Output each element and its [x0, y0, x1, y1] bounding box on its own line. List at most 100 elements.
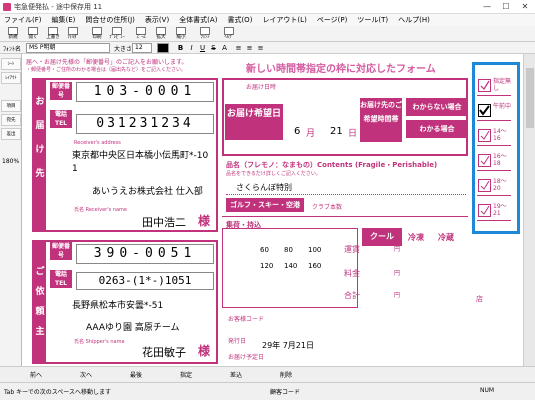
navigation-bar: 前へ 次へ 最後 指定 差込 削除 [0, 366, 535, 382]
delivery-day[interactable]: 21 [330, 126, 343, 137]
timeslot-14-16[interactable]: 14〜16 [477, 126, 511, 146]
menu-address[interactable]: 問合せの住所(J) [85, 14, 135, 26]
timeslot-morning-checkbox[interactable] [478, 104, 491, 117]
delivery-month[interactable]: 6 [294, 126, 300, 137]
customer-code-label: お客様コード [228, 316, 265, 323]
save-button[interactable]: 上書き [44, 27, 62, 41]
timeslot-19-21-checkbox[interactable] [478, 204, 491, 217]
zoom-in-button[interactable]: 拡大 [152, 27, 170, 41]
recipient-postal-tag: 郵便番号 [50, 82, 72, 100]
open-folder-icon [28, 27, 38, 35]
check-icon [479, 105, 490, 116]
recipient-postal-field[interactable]: 103-0001 [76, 82, 214, 102]
menu-file[interactable]: ファイル(F) [4, 14, 42, 26]
font-name-label: ﾌｫﾝﾄ名 [3, 46, 22, 53]
notice-line-1: 届へ・お届け先様の「郵便番号」のご記入をお願いします。 [26, 59, 188, 66]
help-icon [224, 27, 234, 35]
bold-button[interactable]: B [176, 43, 185, 53]
merge-button[interactable]: 差込 [230, 370, 242, 379]
font-size-select[interactable]: 12 [132, 43, 152, 53]
help-button[interactable]: ﾍﾙﾌﾟ [220, 27, 238, 41]
maximize-button[interactable]: ☐ [497, 0, 515, 14]
strike-button[interactable]: S [209, 43, 218, 53]
sheet-tab[interactable]: ｼｰﾄ [1, 58, 21, 70]
timeslot-14-16-checkbox[interactable] [478, 129, 491, 142]
recipient-name-field[interactable]: 田中浩二 [142, 214, 186, 230]
print-button[interactable]: 印刷 [88, 27, 106, 41]
title-bar: 宅急便発払 - 途中保存用 11 — ☐ ✕ [0, 0, 535, 14]
yen-3: 円 [394, 292, 401, 299]
sender-tel-field[interactable]: 0263-(1*-)1051 [76, 272, 214, 290]
align-center-icon[interactable]: ≡ [245, 43, 254, 53]
folder-button[interactable]: ﾌｫﾙﾀﾞ [64, 27, 82, 41]
next-button[interactable]: 次へ [80, 370, 92, 379]
timeslot-18-20-checkbox[interactable] [478, 179, 491, 192]
last-button[interactable]: 最後 [130, 370, 142, 379]
recipient-address-line2[interactable]: 1 [72, 164, 78, 174]
window-title: 宅急便発払 - 途中保存用 11 [14, 3, 103, 11]
sender-company[interactable]: AAAゆり園 高原チーム [86, 320, 180, 333]
menu-page[interactable]: ページ(P) [317, 14, 348, 26]
delete-button[interactable]: 削除 [280, 370, 292, 379]
menu-layout[interactable]: レイアウト(L) [262, 14, 306, 26]
zoom-out-button[interactable]: 縮小 [172, 27, 190, 41]
open-button[interactable]: 開く [24, 27, 42, 41]
close-button[interactable]: ✕ [516, 0, 534, 14]
zoom-button[interactable]: ｽﾞｰﾑ [132, 27, 150, 41]
menu-edit[interactable]: 編集(E) [52, 14, 76, 26]
vertical-scrollbar[interactable] [523, 54, 535, 366]
align-left-icon[interactable]: ≡ [234, 43, 243, 53]
align-right-icon[interactable]: ≡ [256, 43, 265, 53]
timeslot-16-18-checkbox[interactable] [478, 154, 491, 167]
specify-button[interactable]: 指定 [180, 370, 192, 379]
prev-button[interactable]: 前へ [30, 370, 42, 379]
timeslot-none-checkbox[interactable] [478, 79, 491, 92]
minimize-button[interactable]: — [478, 0, 496, 14]
color-swatch[interactable] [157, 43, 169, 53]
recipient-button[interactable]: 宛先 [1, 114, 21, 126]
recipient-tel-field[interactable]: 031231234 [76, 114, 214, 134]
font-button[interactable]: ﾌｫﾝﾄ [196, 27, 214, 41]
timeslot-18-20[interactable]: 18〜20 [477, 176, 511, 196]
format-bar: ﾌｫﾝﾄ名 MS P明朝 大きさ 12 B I U S A ≡ ≡ ≡ [0, 42, 535, 54]
menu-view[interactable]: 表示(V) [145, 14, 169, 26]
underline-button[interactable]: U [198, 43, 207, 53]
preview-button[interactable]: ﾌﾟﾚﾋﾞｭｰ [108, 27, 126, 41]
ship-date-value[interactable]: 29年 7月21日 [262, 340, 314, 351]
sender-name-field[interactable]: 花田敏子 [142, 344, 186, 360]
shadow-button[interactable]: A [220, 43, 229, 53]
notice-line-2: ・郵便番号・ご住所のわかる場合は（届出先など）をご記入ください。 [26, 67, 187, 73]
recipient-address-field[interactable]: 東京都中央区日本橋小伝馬町*-10 [72, 148, 208, 161]
timeslot-19-21[interactable]: 19〜21 [477, 201, 511, 221]
sender-address-field[interactable]: 長野県松本市安曇*-51 [72, 298, 163, 311]
menu-tools[interactable]: ツール(T) [357, 14, 388, 26]
folder-icon [68, 27, 78, 35]
status-field: 顧客コード [270, 389, 301, 396]
sender-button[interactable]: 差出 [1, 128, 21, 140]
timeslot-morning[interactable]: 午前中 [477, 101, 511, 121]
sender-postal-field[interactable]: 390-0051 [76, 244, 214, 264]
ship-date-label: 発行日 [228, 338, 247, 345]
recipient-company[interactable]: あいうえお株式会社 仕入部 [92, 184, 203, 197]
font-select[interactable]: MS P明朝 [26, 43, 110, 53]
shop-label: 店 [476, 295, 483, 303]
size-140: 140 [284, 262, 298, 270]
new-button[interactable]: 新規 [4, 27, 22, 41]
timeslot-16-18[interactable]: 16〜18 [477, 151, 511, 171]
field-button[interactable]: 項目 [1, 100, 21, 112]
sender-name-label: 氏名 Shipper's name [74, 339, 125, 345]
month-unit: 月 [306, 129, 316, 139]
italic-button[interactable]: I [187, 43, 196, 53]
menu-help[interactable]: ヘルプ(H) [398, 14, 430, 26]
check-icon [480, 205, 490, 215]
day-unit: 日 [348, 129, 358, 139]
timeslot-none[interactable]: 指定無し [477, 76, 511, 96]
item-value[interactable]: さくらんぼ特別 [236, 182, 292, 193]
menu-format[interactable]: 書式(O) [227, 14, 252, 26]
delivery-date-tag: お届け希望日 [225, 104, 283, 140]
menu-bar: ファイル(F) 編集(E) 問合せの住所(J) 表示(V) 全体書式(A) 書式… [0, 14, 535, 26]
scroll-thumb[interactable] [526, 68, 534, 128]
menu-global-format[interactable]: 全体書式(A) [179, 14, 217, 26]
known-time-tag: わかる場合 [406, 120, 468, 138]
layout-tab[interactable]: ﾚｲｱｳﾄ [1, 72, 21, 84]
